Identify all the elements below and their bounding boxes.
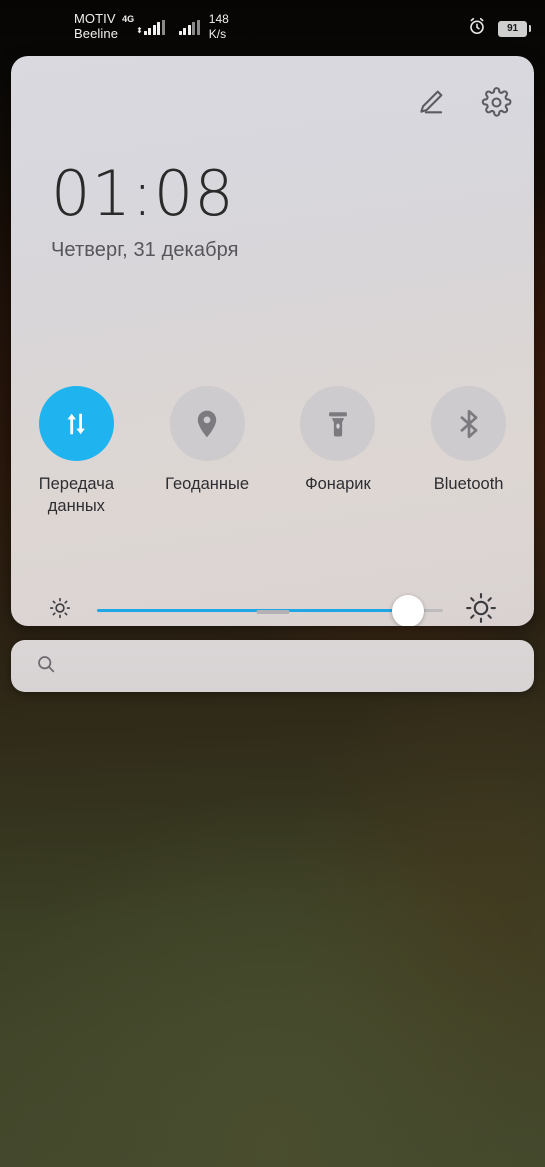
panel-drag-handle[interactable] [256, 610, 289, 614]
battery-level-label: 91 [499, 21, 526, 36]
carrier-names: MOTIV Beeline [74, 11, 118, 41]
toggle-location[interactable]: Геоданные [142, 386, 273, 517]
toggle-flashlight[interactable]: Фонарик [273, 386, 404, 517]
brightness-slider-thumb[interactable] [392, 594, 425, 626]
toggle-label-location: Геоданные [165, 475, 250, 493]
status-bar: MOTIV Beeline 4G ⬍ 148 K/s 91 [0, 0, 545, 56]
signal-bars-sim1-icon [143, 20, 165, 35]
clock-widget[interactable]: 01:08 Четверг, 31 декабря [51, 161, 239, 262]
status-bar-left-group: MOTIV Beeline 4G ⬍ 148 K/s [74, 11, 229, 43]
quick-toggles-row: Передача данных Геоданные Фонарик Blueto… [11, 386, 534, 517]
search-bar[interactable] [11, 640, 534, 692]
sim2-signal-group [178, 11, 200, 43]
brightness-high-sun-icon [464, 591, 498, 626]
search-icon [35, 653, 57, 680]
toggle-mobile-data[interactable]: Передача данных [11, 386, 142, 517]
network-type-label: 4G [122, 14, 135, 24]
carrier-name-sim2: Beeline [74, 26, 119, 41]
signal-bars-sim2-icon [178, 20, 200, 35]
quick-settings-toolbar [410, 82, 516, 122]
toggle-label-mobile-data: Передача данных [38, 475, 114, 515]
brightness-slider-fill [97, 608, 409, 613]
network-speed-value: 148 [208, 12, 229, 26]
toggle-label-bluetooth: Bluetooth [433, 475, 504, 493]
mobile-data-icon [38, 386, 114, 461]
status-bar-right-group: 91 [467, 16, 531, 41]
alarm-clock-icon [467, 16, 487, 41]
carrier-name-sim1: MOTIV [74, 11, 116, 26]
data-activity-icon: ⬍ [136, 26, 143, 35]
location-pin-icon [169, 386, 245, 461]
toggle-bluetooth[interactable]: Bluetooth [403, 386, 534, 517]
bluetooth-icon [431, 386, 507, 461]
brightness-slider-row [11, 591, 534, 626]
clock-date: Четверг, 31 декабря [51, 239, 239, 261]
network-speed-indicator: 148 K/s [209, 12, 229, 42]
gear-icon[interactable] [476, 82, 516, 122]
quick-settings-panel: 01:08 Четверг, 31 декабря Передача данны… [11, 56, 534, 626]
flashlight-icon [300, 386, 376, 461]
edit-pencil-icon[interactable] [410, 82, 450, 122]
network-speed-unit: K/s [208, 27, 227, 41]
toggle-label-flashlight: Фонарик [305, 475, 371, 493]
clock-time: 01:08 [51, 157, 235, 230]
sim1-signal-group: 4G ⬍ [122, 11, 165, 43]
brightness-low-sun-icon [47, 595, 73, 626]
battery-icon: 91 [498, 20, 531, 37]
